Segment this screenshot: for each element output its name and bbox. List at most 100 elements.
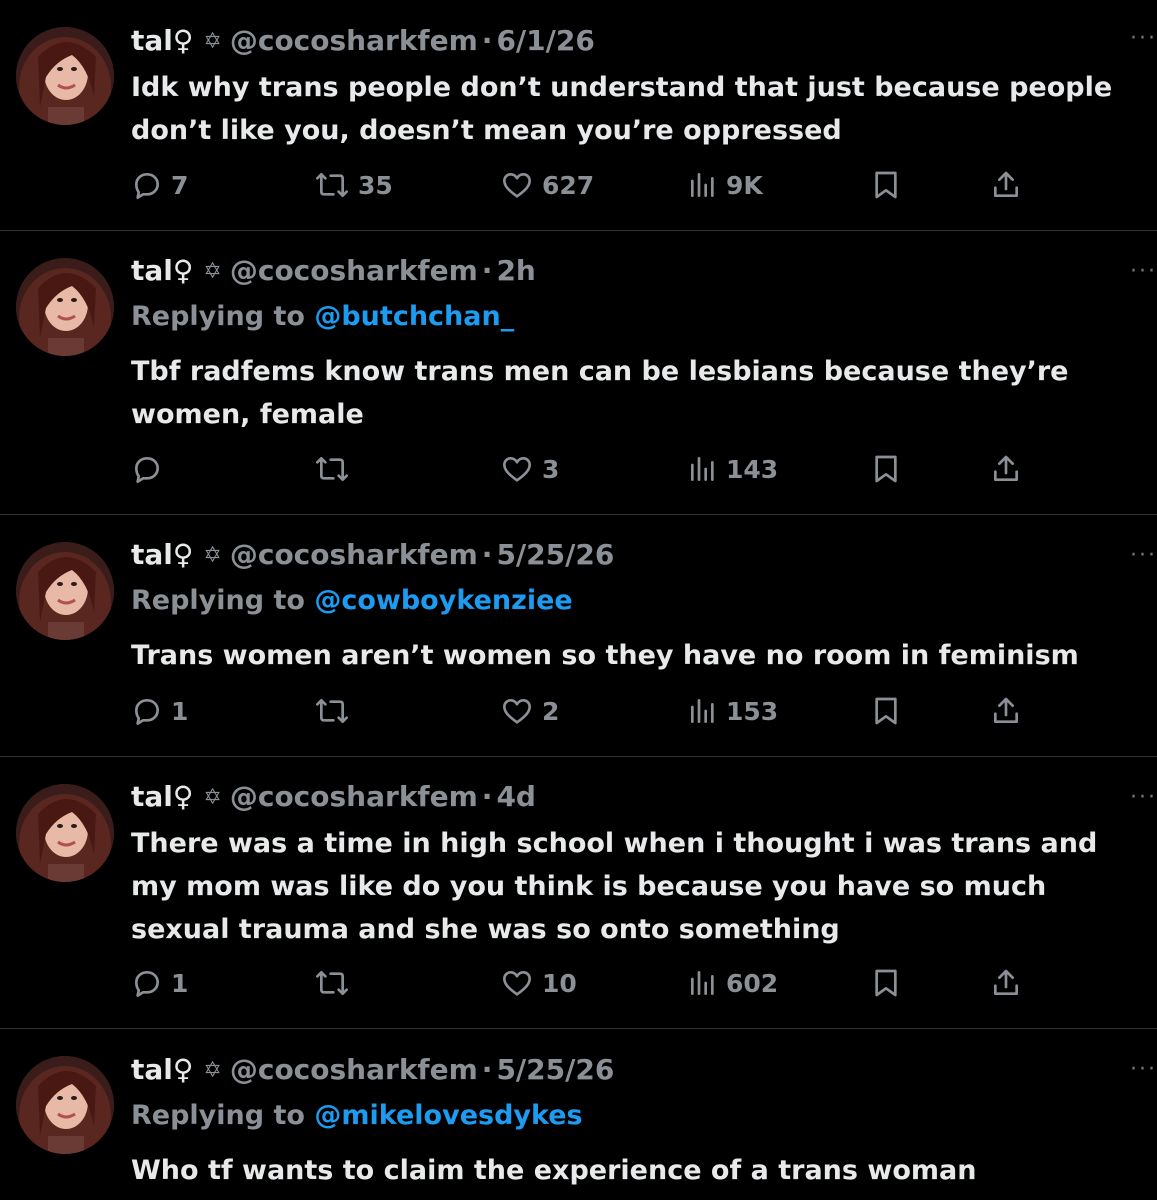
user-handle[interactable]: @cocosharkfem — [230, 1053, 478, 1086]
mention-link[interactable]: @mikelovesdykes — [314, 1100, 582, 1131]
repost-button[interactable] — [314, 449, 358, 489]
tweet[interactable]: tal♀ ✡ @cocosharkfem · 6/1/26 ··· Idk why tr… — [0, 0, 1157, 231]
share-button[interactable] — [990, 165, 1022, 205]
like-count: 3 — [542, 454, 560, 484]
like-icon — [503, 173, 531, 198]
reply-button[interactable]: 7 — [131, 165, 188, 205]
bookmark-button[interactable] — [871, 691, 901, 731]
more-icon[interactable]: ··· — [1117, 543, 1157, 568]
share-icon — [994, 697, 1018, 723]
more-icon[interactable]: ··· — [1117, 26, 1157, 51]
avatar[interactable] — [16, 542, 114, 640]
like-button[interactable]: 627 — [500, 165, 594, 205]
tweet-timestamp[interactable]: 2h — [496, 254, 535, 287]
tweet-text: Idk why trans people don’t understand th… — [131, 72, 1113, 146]
separator-dot: · — [481, 538, 493, 571]
bookmark-button[interactable] — [871, 449, 901, 489]
reply-button[interactable] — [131, 449, 171, 489]
like-icon — [503, 457, 531, 482]
like-button[interactable]: 2 — [500, 691, 559, 731]
separator-dot: · — [481, 254, 493, 287]
share-button[interactable] — [990, 691, 1022, 731]
tweet-timestamp[interactable]: 5/25/26 — [496, 1053, 614, 1086]
bookmark-button[interactable] — [871, 963, 901, 1003]
views-icon — [691, 699, 714, 723]
avatar[interactable] — [16, 1056, 114, 1154]
tweet[interactable]: tal♀ ✡ @cocosharkfem · 5/25/26 ··· Replying … — [0, 515, 1157, 757]
avatar[interactable] — [16, 784, 114, 882]
share-icon — [994, 969, 1018, 995]
views-button[interactable]: 143 — [688, 449, 778, 489]
avatar[interactable] — [16, 27, 114, 125]
avatar[interactable] — [16, 258, 114, 356]
repost-button[interactable] — [314, 691, 358, 731]
reply-count: 1 — [171, 696, 189, 726]
views-button[interactable]: 9K — [688, 165, 763, 205]
reply-button[interactable]: 1 — [131, 691, 188, 731]
repost-button[interactable]: 35 — [314, 165, 393, 205]
tweet-actions: 1 2 153 — [0, 691, 1157, 731]
tweet[interactable]: tal♀ ✡ @cocosharkfem · 2h ··· Replying to @b… — [0, 231, 1157, 515]
user-handle[interactable]: @cocosharkfem — [230, 24, 478, 57]
display-name[interactable]: tal — [131, 254, 173, 287]
tweet-feed: tal♀ ✡ @cocosharkfem · 6/1/26 ··· Idk why tr… — [0, 0, 1157, 1200]
display-name[interactable]: tal — [131, 24, 173, 57]
more-icon[interactable]: ··· — [1117, 785, 1157, 810]
separator-dot: · — [481, 24, 493, 57]
views-button[interactable]: 602 — [688, 963, 778, 1003]
user-handle[interactable]: @cocosharkfem — [230, 538, 478, 571]
views-icon — [691, 457, 714, 481]
share-icon — [994, 171, 1018, 197]
like-button[interactable]: 3 — [500, 449, 559, 489]
views-icon — [691, 971, 714, 995]
display-name[interactable]: tal — [131, 780, 173, 813]
user-handle[interactable]: @cocosharkfem — [230, 254, 478, 287]
tweet-text: There was a time in high school when i t… — [131, 828, 1098, 945]
more-icon[interactable]: ··· — [1117, 1057, 1157, 1082]
tweet[interactable]: tal♀ ✡ @cocosharkfem · 4d ··· There was a ti… — [0, 757, 1157, 1029]
tweet-actions: 7 35 627 9K — [0, 165, 1157, 205]
bookmark-icon — [875, 969, 897, 997]
tweet-header: tal♀ ✡ @cocosharkfem · 4d — [131, 779, 536, 815]
bookmark-icon — [875, 171, 897, 199]
reply-icon — [135, 971, 159, 997]
reply-count: 7 — [171, 170, 189, 200]
tweet-timestamp[interactable]: 5/25/26 — [496, 538, 614, 571]
like-count: 10 — [542, 968, 577, 998]
separator-dot: · — [481, 1053, 493, 1086]
display-name[interactable]: tal — [131, 538, 173, 571]
repost-icon — [316, 699, 348, 723]
like-button[interactable]: 10 — [500, 963, 577, 1003]
views-button[interactable]: 153 — [688, 691, 778, 731]
replying-to: Replying to @butchchan_ — [131, 299, 514, 335]
tweet-header: tal♀ ✡ @cocosharkfem · 6/1/26 — [131, 23, 595, 59]
reply-icon — [135, 699, 159, 725]
views-count: 153 — [726, 696, 779, 726]
tweet-timestamp[interactable]: 4d — [496, 780, 536, 813]
like-icon — [503, 699, 531, 724]
reply-button[interactable]: 1 — [131, 963, 188, 1003]
mention-link[interactable]: @butchchan_ — [314, 301, 514, 332]
replying-to: Replying to @cowboykenziee — [131, 583, 573, 619]
more-icon[interactable]: ··· — [1117, 259, 1157, 284]
venus-symbol: ♀ — [172, 780, 194, 813]
mention-link[interactable]: @cowboykenziee — [314, 585, 572, 616]
reply-count: 1 — [171, 968, 189, 998]
tweet[interactable]: tal♀ ✡ @cocosharkfem · 5/25/26 ··· Replying … — [0, 1029, 1157, 1200]
user-handle[interactable]: @cocosharkfem — [230, 780, 478, 813]
tweet-timestamp[interactable]: 6/1/26 — [496, 24, 594, 57]
separator-dot: · — [481, 780, 493, 813]
share-button[interactable] — [990, 963, 1022, 1003]
share-icon — [994, 455, 1018, 481]
bookmark-button[interactable] — [871, 165, 901, 205]
tweet-text: Who tf wants to claim the experience of … — [131, 1155, 977, 1186]
tweet-header: tal♀ ✡ @cocosharkfem · 5/25/26 — [131, 1052, 614, 1088]
replying-to-label: Replying to — [131, 301, 305, 332]
share-button[interactable] — [990, 449, 1022, 489]
reply-icon — [135, 173, 159, 199]
venus-symbol: ♀ — [172, 24, 194, 57]
tweet-text: Tbf radfems know trans men can be lesbia… — [131, 356, 1069, 430]
repost-button[interactable] — [314, 963, 358, 1003]
display-name[interactable]: tal — [131, 1053, 173, 1086]
views-count: 602 — [726, 968, 779, 998]
